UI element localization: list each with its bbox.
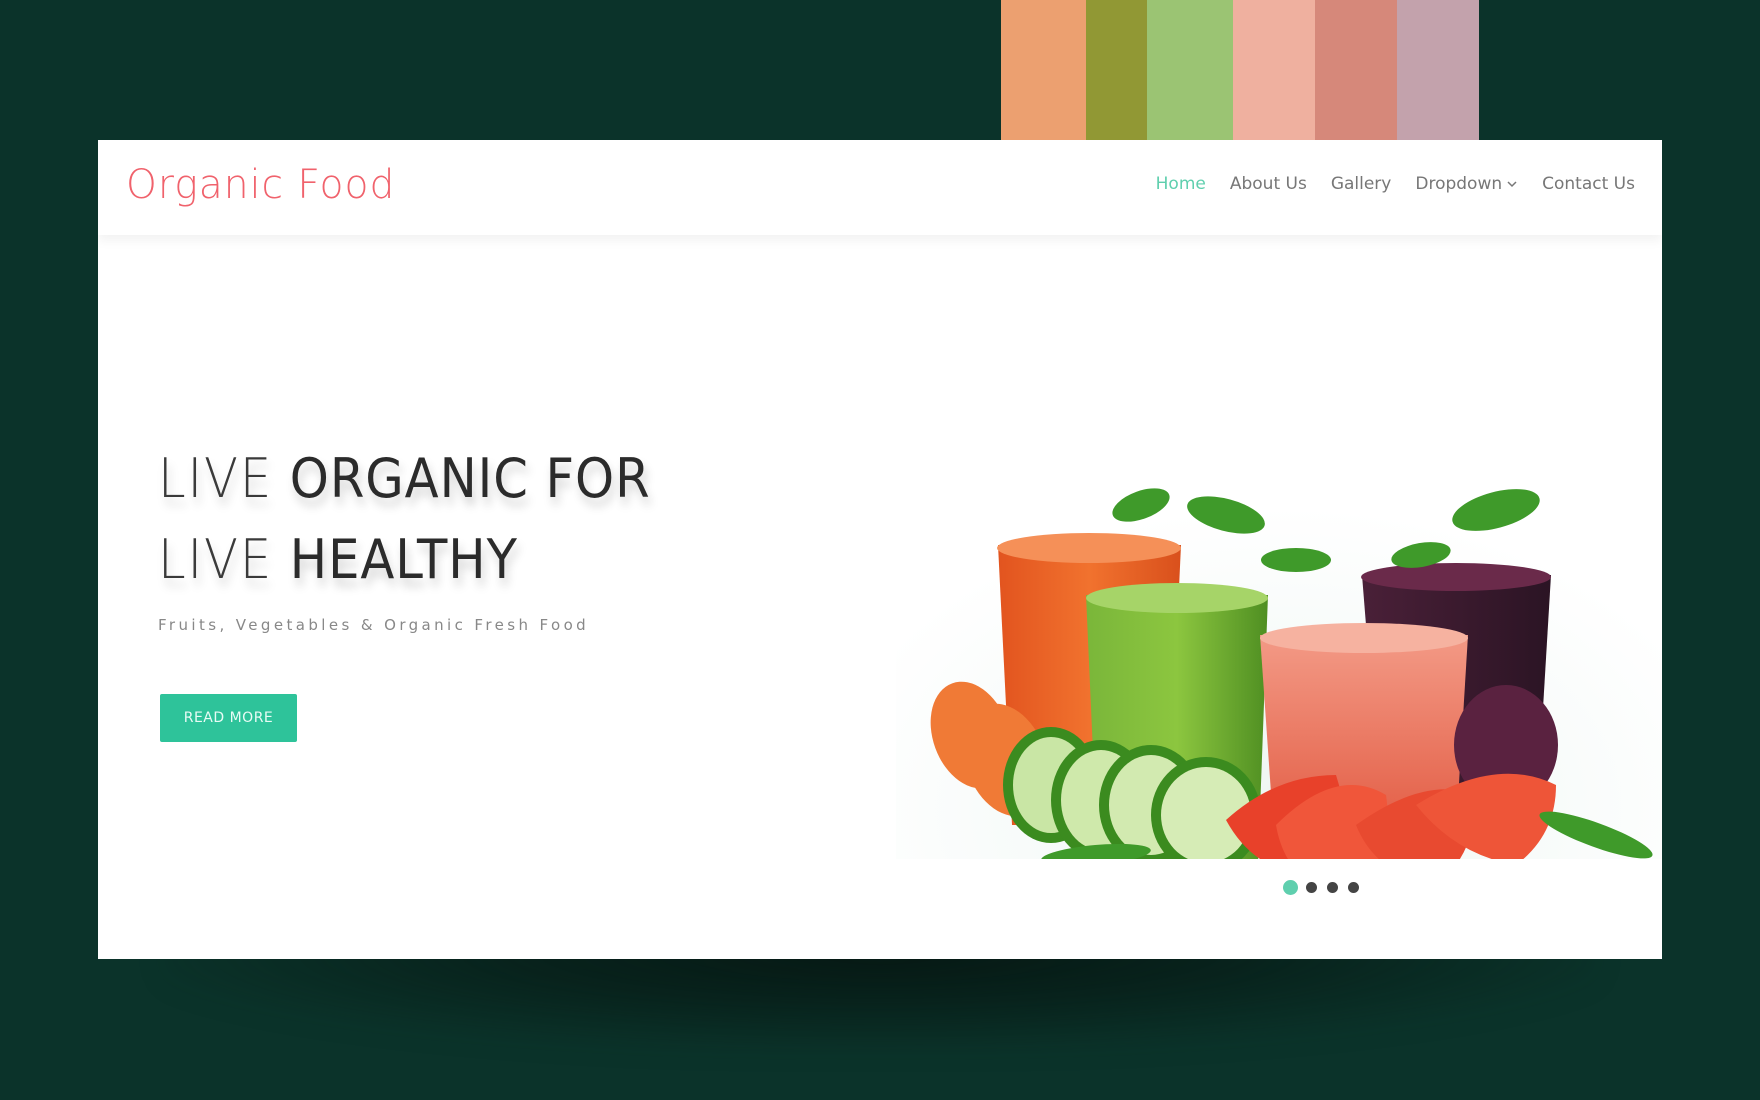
nav-about-us[interactable]: About Us: [1230, 174, 1307, 194]
nav-contact-us[interactable]: Contact Us: [1542, 174, 1635, 194]
website-preview: Organic Food Home About Us Gallery Dropd…: [98, 140, 1662, 959]
read-more-button[interactable]: READ MORE: [160, 694, 297, 742]
chevron-down-icon: [1507, 181, 1517, 188]
nav-dropdown-label: Dropdown: [1415, 174, 1503, 194]
carousel-dot-4[interactable]: [1348, 882, 1359, 893]
site-header: Organic Food Home About Us Gallery Dropd…: [98, 140, 1662, 235]
carousel-dot-3[interactable]: [1327, 882, 1338, 893]
swatch-olive: [1086, 0, 1147, 141]
site-logo[interactable]: Organic Food: [126, 162, 395, 208]
color-palette: [1001, 0, 1479, 141]
swatch-peach: [1001, 0, 1086, 141]
swatch-mauve: [1397, 0, 1479, 141]
hero-line-1-light: LIVE: [158, 447, 274, 510]
hero-line-1-bold: ORGANIC FOR: [289, 447, 651, 510]
swatch-light-green: [1147, 0, 1233, 141]
nav-home[interactable]: Home: [1156, 174, 1206, 194]
carousel-dot-2[interactable]: [1306, 882, 1317, 893]
main-nav: Home About Us Gallery Dropdown Contact U…: [1132, 174, 1635, 194]
swatch-salmon-light: [1233, 0, 1315, 141]
hero-line-2-light: LIVE: [158, 528, 274, 591]
hero-heading: LIVE ORGANIC FOR LIVE HEALTHY: [158, 438, 693, 600]
nav-dropdown[interactable]: Dropdown: [1415, 174, 1518, 194]
hero-line-2-bold: HEALTHY: [289, 528, 518, 591]
swatch-salmon: [1315, 0, 1397, 141]
hero-line-1: LIVE ORGANIC FOR: [158, 438, 651, 519]
carousel-dot-1[interactable]: [1283, 880, 1298, 895]
hero-subtitle: Fruits, Vegetables & Organic Fresh Food: [158, 616, 590, 634]
nav-gallery[interactable]: Gallery: [1331, 174, 1392, 194]
carousel-indicators: [1283, 880, 1369, 895]
hero-image: [896, 355, 1662, 859]
hero-line-2: LIVE HEALTHY: [158, 519, 651, 600]
